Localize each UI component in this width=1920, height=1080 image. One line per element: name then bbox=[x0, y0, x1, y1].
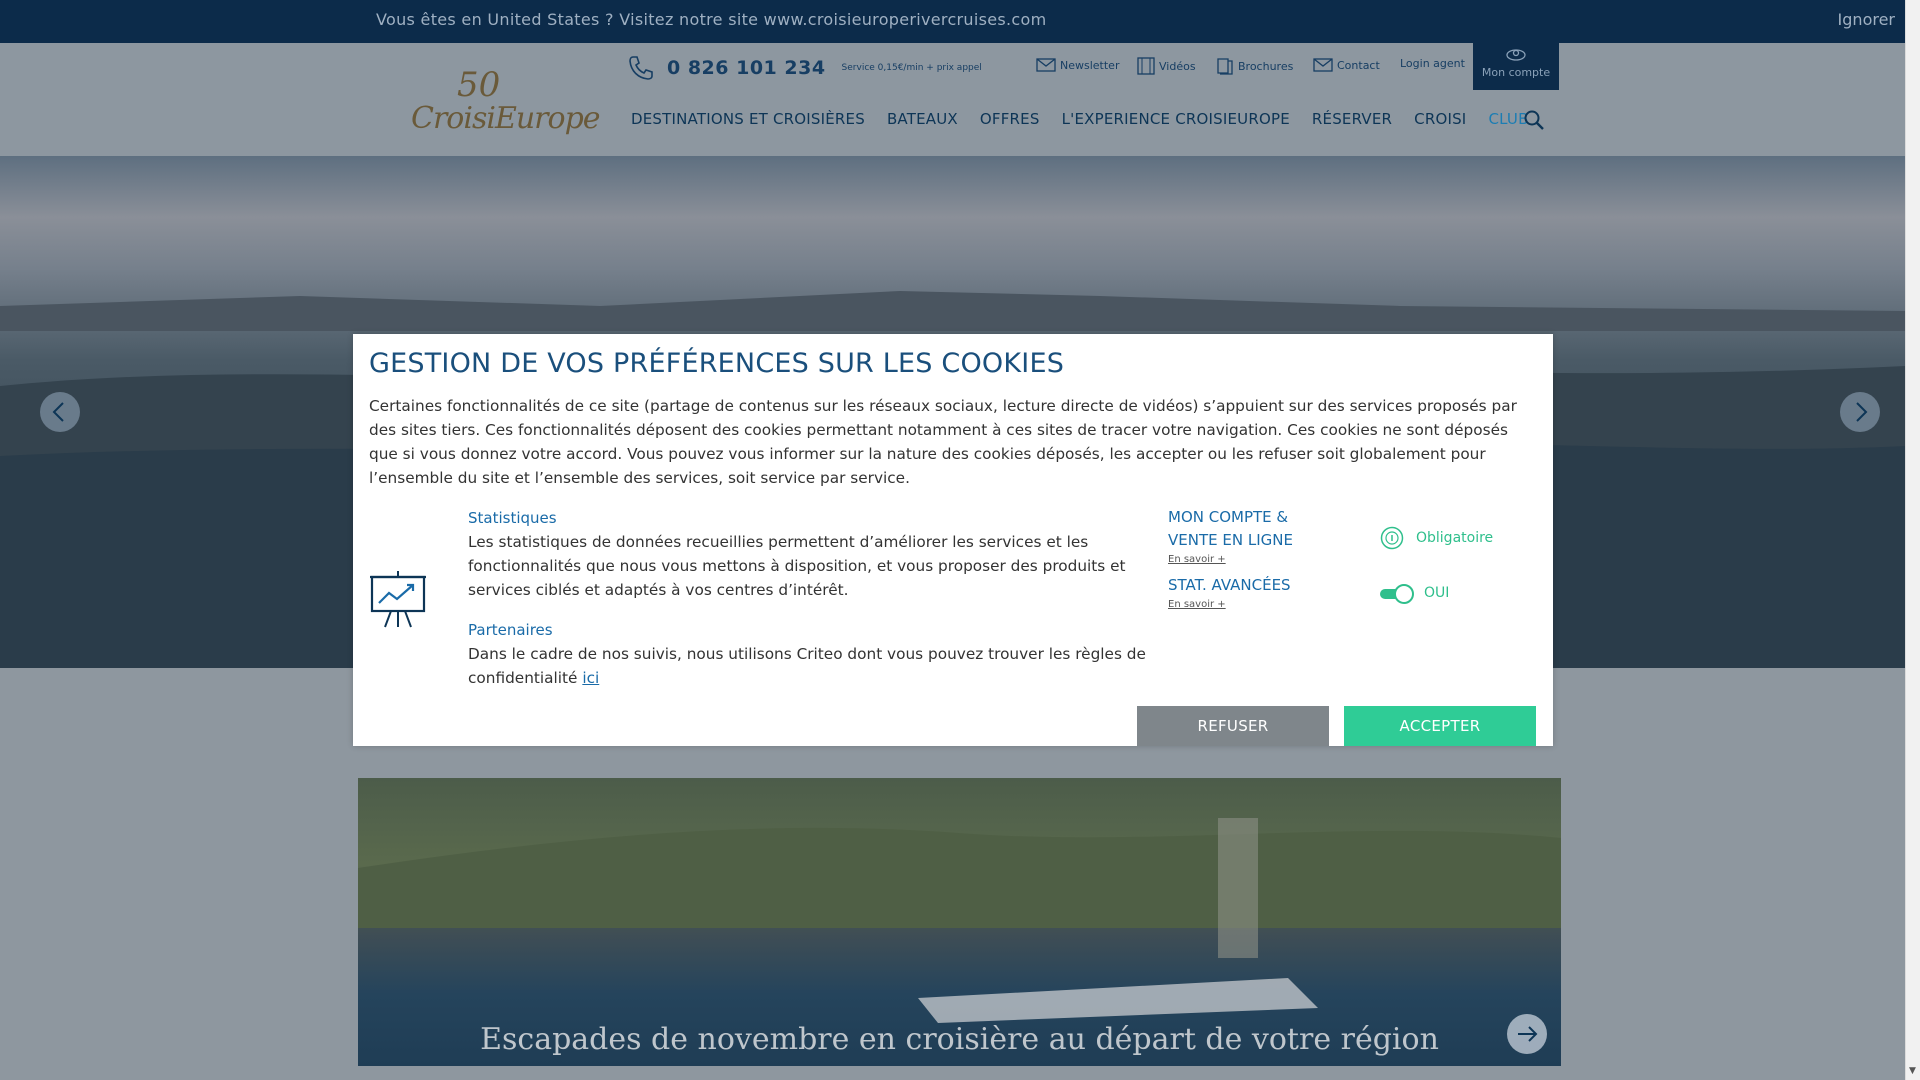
hero-prev-arrow[interactable] bbox=[40, 392, 80, 432]
nav-reserver[interactable]: RÉSERVER bbox=[1312, 110, 1392, 128]
phone-number[interactable]: 0 826 101 234 bbox=[667, 57, 826, 79]
promo-next-arrow[interactable] bbox=[1507, 1014, 1547, 1054]
logo-fifty: 50 bbox=[457, 65, 501, 105]
logo-text: CroisiEurope bbox=[411, 101, 601, 136]
nav-experience[interactable]: L'EXPERIENCE CROISIEUROPE bbox=[1062, 110, 1290, 128]
service-account: MON COMPTE & VENTE EN LIGNE En savoir + bbox=[1168, 506, 1308, 565]
phone-rate-note: Service 0,15€/min + prix appel bbox=[841, 63, 982, 73]
chevron-right-icon bbox=[1856, 402, 1868, 422]
learn-more-link[interactable]: En savoir + bbox=[1168, 554, 1308, 565]
modal-title: GESTION DE VOS PRÉFÉRENCES SUR LES COOKI… bbox=[369, 348, 1065, 379]
advanced-stats-toggle[interactable] bbox=[1380, 584, 1414, 604]
site-header: 50 CroisiEurope 0 826 101 234 Service 0,… bbox=[0, 43, 1905, 156]
modal-intro-text: Certaines fonctionnalités de ce site (pa… bbox=[369, 397, 1517, 487]
brochure-icon bbox=[1217, 58, 1233, 75]
brochures-link[interactable]: Brochures bbox=[1216, 57, 1293, 75]
main-navigation: DESTINATIONS ET CROISIÈRES BATEAUX OFFRE… bbox=[631, 110, 1573, 128]
stats-heading: Statistiques bbox=[468, 509, 557, 527]
phone-icon bbox=[629, 56, 653, 80]
chevron-left-icon bbox=[52, 402, 64, 422]
account-icon bbox=[1506, 49, 1526, 61]
service-name: MON COMPTE & VENTE EN LIGNE bbox=[1168, 508, 1293, 549]
partners-heading: Partenaires bbox=[468, 621, 553, 639]
croisieurope-logo[interactable]: 50 CroisiEurope bbox=[405, 63, 601, 143]
cookie-preferences-modal: GESTION DE VOS PRÉFÉRENCES SUR LES COOKI… bbox=[353, 334, 1553, 746]
accept-button[interactable]: ACCEPTER bbox=[1344, 706, 1536, 746]
nav-offres[interactable]: OFFRES bbox=[980, 110, 1040, 128]
phone-contact: 0 826 101 234 Service 0,15€/min + prix a… bbox=[627, 53, 982, 83]
cookie-category-descriptions: Statistiques Les statistiques de données… bbox=[468, 506, 1148, 690]
hero-next-arrow[interactable] bbox=[1840, 392, 1880, 432]
promo-title: Escapades de novembre en croisière au dé… bbox=[480, 1022, 1439, 1057]
videos-link[interactable]: Vidéos bbox=[1137, 57, 1196, 75]
country-redirect-message[interactable]: Vous êtes en United States ? Visitez not… bbox=[376, 10, 1047, 29]
stats-description: Les statistiques de données recueillies … bbox=[468, 533, 1126, 599]
nav-destinations[interactable]: DESTINATIONS ET CROISIÈRES bbox=[631, 110, 865, 128]
ignore-button[interactable]: Ignorer bbox=[1838, 10, 1895, 29]
search-icon[interactable] bbox=[1523, 109, 1545, 131]
service-account-status: Obligatoire bbox=[1380, 526, 1493, 550]
envelope-icon bbox=[1036, 58, 1056, 72]
service-advanced-stats: STAT. AVANCÉES En savoir + bbox=[1168, 574, 1308, 610]
film-icon bbox=[1137, 57, 1155, 75]
scroll-down-arrow[interactable]: ▼ bbox=[1909, 1066, 1916, 1076]
learn-more-link[interactable]: En savoir + bbox=[1168, 599, 1308, 610]
contact-link[interactable]: Contact bbox=[1313, 57, 1380, 73]
newsletter-link[interactable]: Newsletter bbox=[1036, 57, 1119, 73]
statistics-board-icon bbox=[370, 571, 426, 628]
privacy-link[interactable]: ici bbox=[582, 669, 599, 687]
my-account-button[interactable]: Mon compte bbox=[1473, 43, 1559, 90]
service-name: STAT. AVANCÉES bbox=[1168, 576, 1291, 594]
arrow-right-icon bbox=[1518, 1026, 1538, 1042]
page-scrollbar[interactable]: ▼ bbox=[1905, 0, 1920, 1080]
account-label: Mon compte bbox=[1481, 66, 1551, 79]
login-agent-link[interactable]: Login agent bbox=[1400, 57, 1465, 70]
mail-icon bbox=[1313, 58, 1333, 72]
service-advanced-stats-status: OUI bbox=[1380, 584, 1449, 604]
refuse-button[interactable]: REFUSER bbox=[1137, 706, 1329, 746]
promo-banner[interactable]: Escapades de novembre en croisière au dé… bbox=[358, 778, 1561, 1066]
nav-bateaux[interactable]: BATEAUX bbox=[887, 110, 958, 128]
top-banner: Vous êtes en United States ? Visitez not… bbox=[0, 0, 1905, 43]
partners-description: Dans le cadre de nos suivis, nous utilis… bbox=[468, 645, 1146, 687]
lock-badge-icon bbox=[1380, 526, 1404, 550]
